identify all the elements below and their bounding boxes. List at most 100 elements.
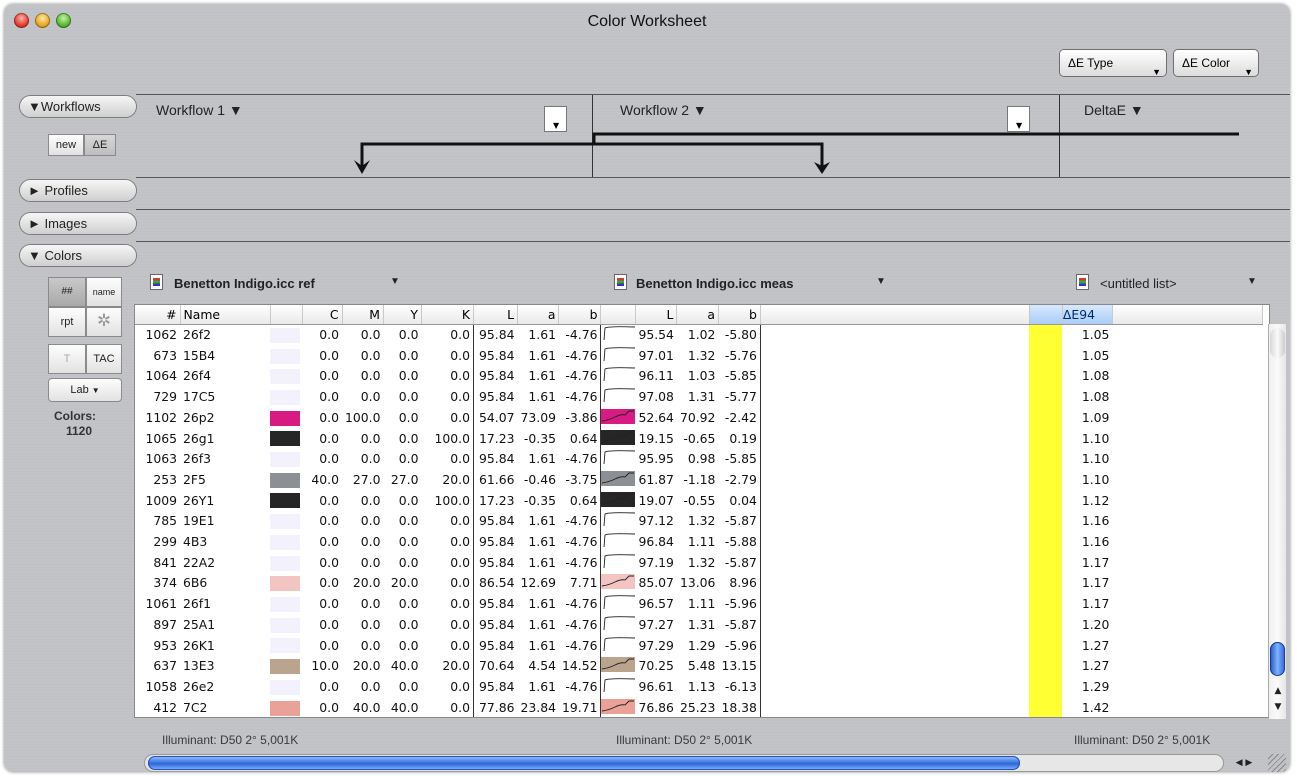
table-row[interactable]: 1065 26g1 0.0 0.0 0.0 100.0 17.23 -0.35 0.64 19.1… bbox=[135, 428, 1262, 450]
workflows-section-toggle[interactable]: ▼Workflows bbox=[20, 96, 136, 117]
column-header[interactable]: # bbox=[135, 305, 181, 325]
column-header[interactable] bbox=[600, 305, 636, 325]
column-header[interactable]: L bbox=[635, 305, 678, 325]
delta-e-highlight-cell bbox=[1029, 469, 1063, 491]
table-row[interactable]: 1009 26Y1 0.0 0.0 0.0 100.0 17.23 -0.35 0.64 19.0… bbox=[135, 490, 1262, 512]
table-cell: 27.0 bbox=[390, 471, 419, 487]
table-cell: 52.64 bbox=[638, 409, 674, 425]
workflow-2-menu[interactable]: Workflow 2 ▼ bbox=[620, 102, 707, 118]
delta-e-highlight-cell bbox=[1029, 573, 1063, 595]
empty-cell bbox=[1112, 408, 1262, 429]
meas-list-title[interactable]: Benetton Indigo.icc meas bbox=[636, 276, 793, 291]
table-cell: 0.0 bbox=[319, 347, 339, 363]
scroll-down-arrow-icon[interactable]: ▼ bbox=[1270, 700, 1286, 714]
report-button[interactable]: rpt bbox=[48, 307, 86, 337]
table-row[interactable]: 1058 26e2 0.0 0.0 0.0 0.0 95.84 1.61 -4.76 96.61 1… bbox=[135, 676, 1262, 698]
table-cell: -0.35 bbox=[523, 492, 556, 508]
column-header[interactable] bbox=[270, 305, 303, 325]
table-row[interactable]: 253 2F5 40.0 27.0 27.0 20.0 61.66 -0.46 -3.75 61.… bbox=[135, 469, 1262, 491]
table-row[interactable]: 412 7C2 0.0 40.0 40.0 0.0 77.86 23.84 19.71 76.86… bbox=[135, 697, 1262, 717]
untitled-list-title[interactable]: <untitled list> bbox=[1100, 276, 1177, 291]
delta-e94-value: 1.16 bbox=[1081, 534, 1110, 550]
table-cell: 0.0 bbox=[319, 327, 339, 342]
table-row[interactable]: 785 19E1 0.0 0.0 0.0 0.0 95.84 1.61 -4.76 97.12 1.… bbox=[135, 511, 1262, 533]
delta-e-highlight-cell bbox=[1029, 676, 1063, 698]
vertical-scrollbar[interactable]: ▲ ▼ bbox=[1268, 324, 1286, 719]
workflow-1-swatch-button[interactable]: ▼ bbox=[544, 106, 567, 132]
column-header[interactable]: b bbox=[558, 305, 602, 325]
column-header[interactable]: b bbox=[718, 305, 761, 325]
scroll-up-arrow-icon[interactable]: ▲ bbox=[1270, 684, 1286, 698]
chevron-down-icon[interactable]: ▼ bbox=[876, 276, 886, 287]
profiles-section-toggle[interactable]: ► Profiles bbox=[20, 180, 136, 201]
spectral-curve-thumbnail bbox=[600, 635, 636, 657]
column-header[interactable]: a bbox=[676, 305, 719, 325]
delta-e-highlight-cell bbox=[1029, 366, 1063, 388]
table-cell: -5.77 bbox=[724, 389, 757, 405]
table-row[interactable]: 1102 26p2 0.0 100.0 0.0 0.0 54.07 73.09 -3.86 52.… bbox=[135, 407, 1262, 429]
colors-section-toggle[interactable]: ▼ Colors bbox=[20, 245, 136, 266]
table-row[interactable]: 953 26K1 0.0 0.0 0.0 0.0 95.84 1.61 -4.76 97.29 1.… bbox=[135, 635, 1262, 657]
images-section-toggle[interactable]: ► Images bbox=[20, 213, 136, 234]
delta-e-type-label: ΔE Type bbox=[1068, 56, 1114, 70]
empty-cell bbox=[759, 511, 1030, 533]
table-cell: 97.29 bbox=[638, 637, 674, 653]
document-icon bbox=[1076, 274, 1089, 290]
column-header[interactable]: M bbox=[342, 305, 384, 325]
section-divider bbox=[136, 177, 1290, 178]
table-row[interactable]: 729 17C5 0.0 0.0 0.0 0.0 95.84 1.61 -4.76 97.08 1.… bbox=[135, 387, 1262, 408]
table-row[interactable]: 299 4B3 0.0 0.0 0.0 0.0 95.84 1.61 -4.76 96.84 1.1… bbox=[135, 532, 1262, 553]
table-row[interactable]: 841 22A2 0.0 0.0 0.0 0.0 95.84 1.61 -4.76 97.19 1.… bbox=[135, 552, 1262, 574]
delta-e-workflow-button[interactable]: ΔE bbox=[84, 134, 116, 156]
number-sort-button[interactable]: ## bbox=[48, 277, 86, 307]
table-cell: 0.0 bbox=[360, 492, 381, 508]
table-cell: 0.0 bbox=[319, 389, 339, 405]
chevron-down-icon[interactable]: ▼ bbox=[1247, 276, 1257, 287]
spectral-curve-thumbnail bbox=[600, 532, 636, 553]
delta-e-type-button[interactable]: ΔE Type ▼ bbox=[1060, 50, 1166, 77]
delta-e94-value: 1.10 bbox=[1081, 471, 1110, 487]
table-cell: 26p2 bbox=[183, 409, 215, 425]
lab-select[interactable]: Lab ▼ bbox=[48, 378, 122, 402]
table-cell: -4.76 bbox=[565, 513, 598, 529]
workflow-1-menu[interactable]: Workflow 1 ▼ bbox=[156, 102, 243, 118]
column-header[interactable]: C bbox=[302, 305, 343, 325]
column-header[interactable]: K bbox=[421, 305, 474, 325]
column-header[interactable]: Name bbox=[180, 305, 271, 325]
table-cell: 26f4 bbox=[183, 368, 212, 384]
table-row[interactable]: 1061 26f1 0.0 0.0 0.0 0.0 95.84 1.61 -4.76 96.57 1… bbox=[135, 594, 1262, 615]
spectral-curve-thumbnail bbox=[600, 407, 636, 429]
delta-e94-header[interactable]: ΔE94 bbox=[1062, 305, 1113, 325]
table-cell: 2F5 bbox=[183, 471, 206, 487]
table-row[interactable]: 637 13E3 10.0 20.0 40.0 20.0 70.64 4.54 14.52 70.… bbox=[135, 656, 1262, 677]
chevron-down-icon[interactable]: ▼ bbox=[390, 276, 400, 287]
delta-e-color-button[interactable]: ΔE Color ▼ bbox=[1174, 50, 1258, 77]
vertical-scroll-thumb[interactable] bbox=[1270, 642, 1285, 676]
gear-icon[interactable]: ✲ bbox=[86, 307, 122, 337]
table-cell: 26f1 bbox=[183, 596, 212, 612]
column-header[interactable]: Y bbox=[383, 305, 422, 325]
new-workflow-button[interactable]: new bbox=[48, 134, 84, 156]
t-button[interactable]: T bbox=[48, 344, 86, 374]
resize-grip-icon[interactable] bbox=[1268, 754, 1286, 772]
table-row[interactable]: 1064 26f4 0.0 0.0 0.0 0.0 95.84 1.61 -4.76 96.11 1… bbox=[135, 366, 1262, 388]
column-header[interactable]: L bbox=[472, 305, 518, 325]
deltae-menu[interactable]: DeltaE ▼ bbox=[1084, 102, 1144, 118]
horizontal-scroll-arrows[interactable]: ◀ ▶ bbox=[1226, 754, 1262, 772]
table-cell: 70.64 bbox=[472, 656, 518, 677]
table-row[interactable]: 673 15B4 0.0 0.0 0.0 0.0 95.84 1.61 -4.76 97.01 1.… bbox=[135, 345, 1262, 367]
colors-table-panel: # Name C M Y K L a b L a b ΔE94 1062 26f… bbox=[134, 304, 1270, 718]
table-row[interactable]: 897 25A1 0.0 0.0 0.0 0.0 95.84 1.61 -4.76 97.27 1.… bbox=[135, 614, 1262, 636]
name-sort-button[interactable]: name bbox=[86, 277, 122, 307]
horizontal-scrollbar[interactable] bbox=[144, 754, 1224, 772]
workflow-2-swatch-button[interactable]: ▼ bbox=[1007, 106, 1030, 132]
table-row[interactable]: 374 6B6 0.0 20.0 20.0 0.0 86.54 12.69 7.71 85.07 1… bbox=[135, 573, 1262, 595]
column-header[interactable]: a bbox=[517, 305, 560, 325]
ref-list-title[interactable]: Benetton Indigo.icc ref bbox=[174, 276, 315, 291]
horizontal-scroll-thumb[interactable] bbox=[148, 756, 1020, 770]
table-row[interactable]: 1063 26f3 0.0 0.0 0.0 0.0 95.84 1.61 -4.76 95.95 0… bbox=[135, 449, 1262, 470]
table-row[interactable]: 1062 26f2 0.0 0.0 0.0 0.0 95.84 1.61 -4.76 95.54 1… bbox=[135, 324, 1262, 346]
delta-e94-value: 1.17 bbox=[1081, 575, 1110, 591]
tac-button[interactable]: TAC bbox=[86, 344, 122, 374]
table-cell: 0.0 bbox=[319, 534, 339, 550]
